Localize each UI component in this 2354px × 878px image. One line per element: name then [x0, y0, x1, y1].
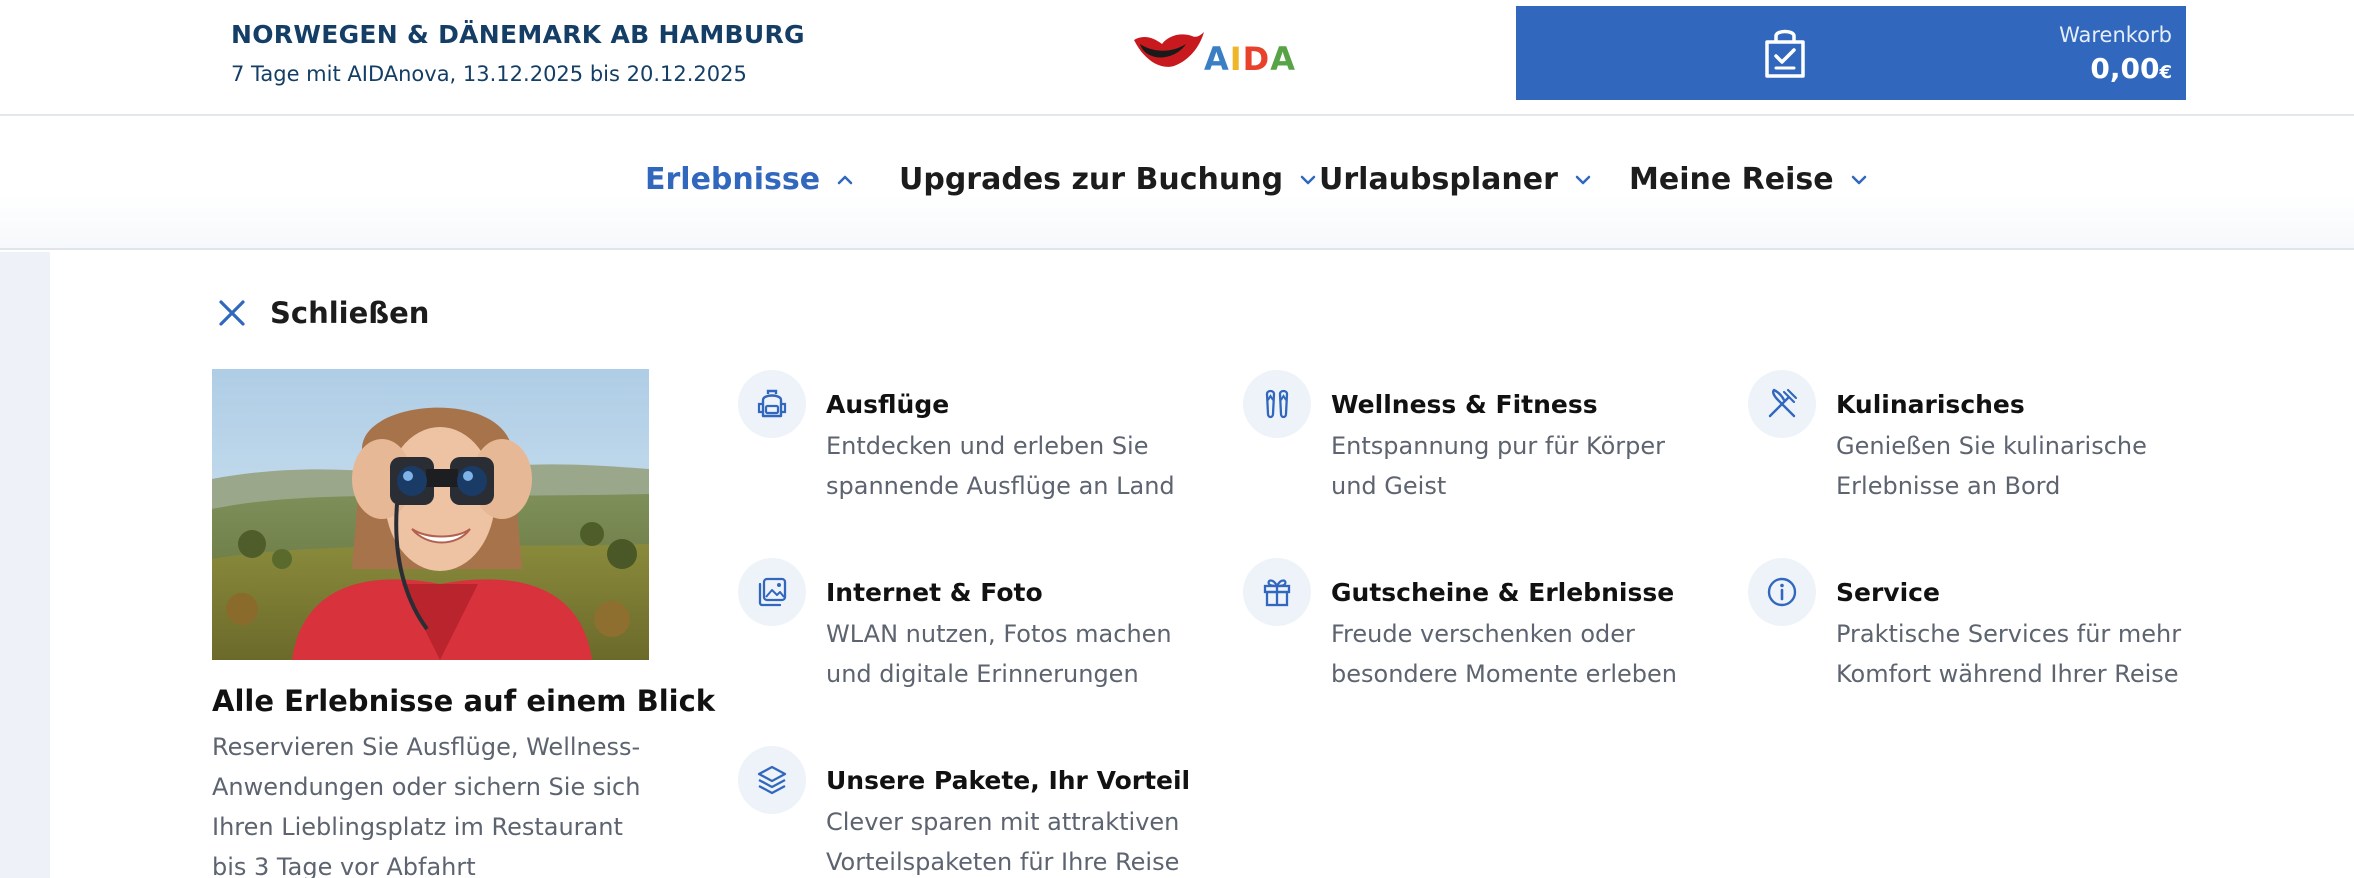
- category-title[interactable]: Kulinarisches: [1836, 390, 2025, 419]
- hero-image-binoculars[interactable]: [212, 369, 649, 660]
- nav-label: Erlebnisse: [645, 162, 821, 197]
- category-icon-button[interactable]: [1243, 558, 1311, 626]
- gift-icon: [1263, 579, 1291, 607]
- nav-erlebnisse[interactable]: Erlebnisse: [645, 162, 856, 197]
- category-description: Freude verschenken oder besondere Moment…: [1331, 620, 1677, 688]
- info-icon: [1767, 577, 1797, 607]
- nav-upgrades-zur-buchung[interactable]: Upgrades zur Buchung: [899, 162, 1319, 197]
- aida-logo[interactable]: AIDA: [1130, 26, 1295, 80]
- category-unsere-pakete[interactable]: Unsere Pakete, Ihr Vorteil Clever sparen…: [738, 746, 1190, 878]
- flip-flops-icon: [1265, 389, 1289, 419]
- category-ausfluege[interactable]: Ausflüge Entdecken und erleben Sie spann…: [738, 370, 1178, 510]
- category-description: Genießen Sie kulinarische Erlebnisse an …: [1836, 432, 2147, 500]
- binoculars-photo: [212, 369, 649, 660]
- category-gutscheine-erlebnisse[interactable]: Gutscheine & Erlebnisse Freude verschenk…: [1243, 558, 1683, 698]
- layers-icon: [757, 765, 787, 795]
- cart-amount: 0,00€: [2090, 52, 2172, 85]
- category-description: WLAN nutzen, Fotos machen und digitale E…: [826, 620, 1172, 688]
- category-title[interactable]: Ausflüge: [826, 390, 949, 419]
- category-description: Entdecken und erleben Sie spannende Ausf…: [826, 432, 1175, 500]
- nav-urlaubsplaner[interactable]: Urlaubsplaner: [1319, 162, 1594, 197]
- aida-lips-icon: [1134, 32, 1204, 67]
- trip-title: NORWEGEN & DÄNEMARK AB HAMBURG: [231, 20, 805, 49]
- cart-currency: €: [2159, 62, 2172, 83]
- panel-backdrop: [0, 252, 50, 878]
- cart-label: Warenkorb: [2059, 23, 2172, 47]
- nav-label: Urlaubsplaner: [1319, 162, 1558, 197]
- category-title[interactable]: Gutscheine & Erlebnisse: [1331, 578, 1674, 607]
- nav-meine-reise[interactable]: Meine Reise: [1629, 162, 1870, 197]
- backpack-icon: [757, 389, 787, 418]
- category-kulinarisches[interactable]: Kulinarisches Genießen Sie kulinarische …: [1748, 370, 2188, 510]
- fork-knife-icon: [1768, 388, 1798, 418]
- nav-label: Meine Reise: [1629, 162, 1834, 197]
- chevron-down-icon: [1300, 175, 1316, 184]
- category-title[interactable]: Unsere Pakete, Ihr Vorteil: [826, 766, 1190, 795]
- chevron-down-icon: [1851, 175, 1866, 184]
- cart-amount-value: 0,00: [2090, 52, 2160, 85]
- category-title[interactable]: Internet & Foto: [826, 578, 1043, 607]
- shopping-bag-icon: [1765, 29, 1805, 78]
- category-wellness-fitness[interactable]: Wellness & Fitness Entspannung pur für K…: [1243, 370, 1683, 510]
- category-icon-button[interactable]: [738, 558, 806, 626]
- close-label: Schließen: [270, 296, 430, 330]
- site-header: NORWEGEN & DÄNEMARK AB HAMBURG 7 Tage mi…: [0, 0, 2354, 116]
- category-title[interactable]: Service: [1836, 578, 1940, 607]
- chevron-up-icon: [837, 175, 853, 184]
- category-icon-button[interactable]: [738, 746, 806, 814]
- photo-gallery-icon: [758, 577, 787, 607]
- category-title[interactable]: Wellness & Fitness: [1331, 390, 1598, 419]
- logo-letter: A: [1204, 40, 1230, 78]
- category-description: Clever sparen mit attraktiven Vorteilspa…: [826, 808, 1180, 876]
- close-button[interactable]: Schließen: [216, 296, 429, 330]
- logo-letter: A: [1270, 40, 1296, 78]
- category-icon-button[interactable]: [1243, 370, 1311, 438]
- nav-label: Upgrades zur Buchung: [899, 162, 1284, 197]
- logo-wordmark: AIDA: [1204, 40, 1296, 78]
- category-icon-button[interactable]: [738, 370, 806, 438]
- hero-title: Alle Erlebnisse auf einem Blick: [212, 684, 716, 718]
- hero-description: Reservieren Sie Ausflüge, Wellness-Anwen…: [212, 733, 641, 878]
- trip-subtitle: 7 Tage mit AIDAnova, 13.12.2025 bis 20.1…: [231, 62, 747, 86]
- category-icon-button[interactable]: [1748, 558, 1816, 626]
- chevron-down-icon: [1575, 175, 1591, 184]
- close-icon: [219, 300, 245, 326]
- category-internet-foto[interactable]: Internet & Foto WLAN nutzen, Fotos mache…: [738, 558, 1178, 698]
- cart-button[interactable]: Warenkorb 0,00€: [1516, 6, 2186, 100]
- main-navigation: Erlebnisse Upgrades zur Buchung Urlaubsp…: [0, 116, 2354, 250]
- category-description: Praktische Services für mehr Komfort wäh…: [1836, 620, 2182, 688]
- logo-letter: D: [1242, 40, 1271, 78]
- category-description: Entspannung pur für Körper und Geist: [1331, 432, 1665, 500]
- logo-letter: I: [1229, 40, 1243, 78]
- category-icon-button[interactable]: [1748, 370, 1816, 438]
- category-service[interactable]: Service Praktische Services für mehr Kom…: [1748, 558, 2188, 698]
